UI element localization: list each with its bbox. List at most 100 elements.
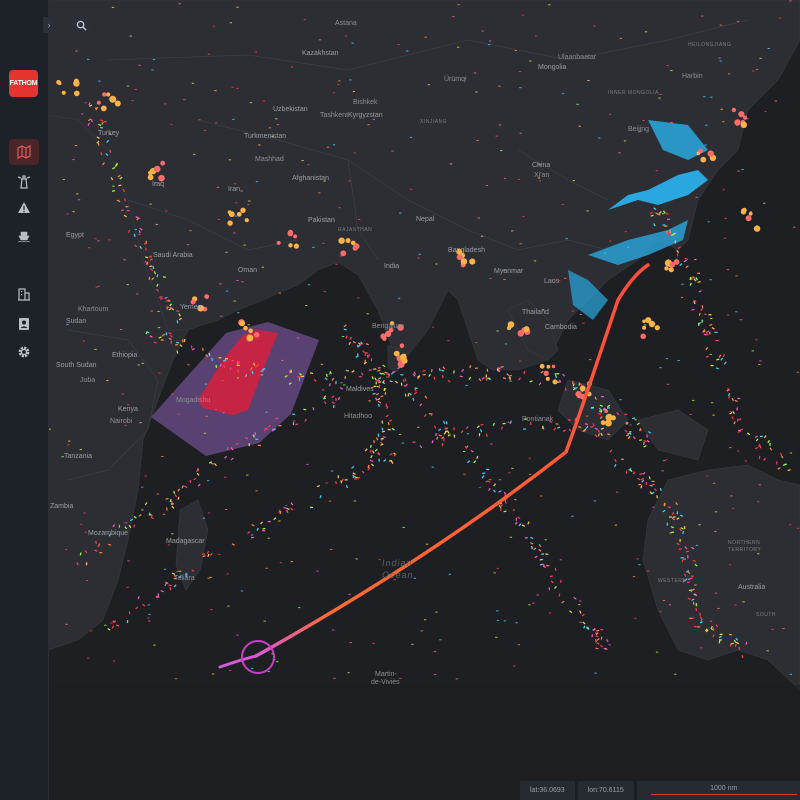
- vessel-marker: [519, 360, 522, 362]
- vessel-marker: [445, 421, 448, 425]
- vessel-marker: [774, 100, 778, 102]
- vessel-marker: [281, 359, 284, 361]
- vessel-marker: [240, 590, 244, 592]
- vessel-marker: [651, 480, 655, 482]
- vessel-marker: [528, 457, 531, 459]
- vessel-marker: [225, 290, 229, 292]
- map-label-bengaluru: Bengaluru: [372, 323, 404, 330]
- vessel-marker: [561, 203, 565, 205]
- vessel-marker: [198, 119, 201, 121]
- lighthouse-icon[interactable]: [9, 169, 39, 195]
- map-label-juba: Juba: [80, 377, 96, 384]
- vessel-marker: [72, 211, 75, 213]
- vessel-marker: [400, 374, 404, 376]
- vessel-marker: [698, 524, 701, 526]
- map-label-south-sudan: South Sudan: [56, 362, 97, 369]
- status-bar: lat:36.0693 lon:70.6115 1000 nm: [520, 781, 800, 800]
- vessel-marker: [94, 348, 97, 350]
- building-icon[interactable]: [9, 281, 39, 307]
- vessel-marker: [378, 559, 381, 561]
- map-label-turkmenistan: Turkmenistan: [244, 133, 287, 140]
- port-cluster-marker: [338, 237, 345, 244]
- vessel-marker: [174, 678, 178, 680]
- map-label-hitadhoo: Hitadhoo: [344, 413, 373, 420]
- vessel-marker: [104, 624, 107, 626]
- vessel-marker: [515, 517, 517, 521]
- vessel-marker: [433, 651, 437, 653]
- vessel-marker: [160, 339, 164, 341]
- vessel-marker: [528, 473, 532, 475]
- vessel-marker: [759, 57, 762, 59]
- vessel-marker: [723, 237, 727, 239]
- vessel-marker: [263, 620, 266, 622]
- vessel-marker: [316, 570, 319, 572]
- map-label-kenya: Kenya: [118, 406, 138, 413]
- map-label-kazakhstan: Kazakhstan: [302, 50, 339, 57]
- map-label-mashhad: Mashhad: [255, 156, 284, 163]
- map-label-mongolia: Mongolia: [538, 64, 567, 71]
- map-search-button[interactable]: [70, 14, 92, 36]
- map-label-tashkent: Tashkent: [320, 112, 349, 119]
- port-cluster-marker: [640, 333, 646, 340]
- vessel-marker: [513, 665, 516, 667]
- vessel-marker: [212, 25, 216, 27]
- map-label-bishkek: Bishkek: [353, 99, 378, 106]
- vessel-marker: [412, 441, 416, 443]
- gear-icon[interactable]: [9, 339, 39, 365]
- map-label-sudan: Sudan: [66, 318, 87, 325]
- vessel-marker: [521, 14, 525, 16]
- vessel-marker: [572, 180, 575, 182]
- vessel-marker: [489, 40, 492, 42]
- vessel-marker: [709, 279, 712, 281]
- vessel-marker: [402, 526, 405, 528]
- vessel-marker: [496, 619, 500, 621]
- vessel-marker: [722, 121, 725, 123]
- vessel-marker: [81, 113, 84, 115]
- map-canvas[interactable]: Astana Kazakhstan Ulaanbaatar Mongolia H…: [47, 0, 800, 800]
- vessel-marker: [735, 311, 738, 313]
- vessel-marker: [126, 586, 129, 588]
- vessel-marker: [296, 337, 300, 339]
- vessel-marker: [221, 380, 224, 382]
- vessel-marker: [409, 188, 413, 190]
- vessel-marker: [523, 428, 527, 430]
- vessel-marker: [655, 170, 658, 172]
- map-label-cambodia: Cambodia: [545, 324, 577, 331]
- vessel-marker: [509, 380, 512, 382]
- vessel-marker: [136, 293, 139, 295]
- vessel-marker: [409, 136, 413, 138]
- vessel-marker: [309, 506, 313, 509]
- vessel-marker: [267, 671, 271, 672]
- vessel-marker: [95, 286, 98, 288]
- fathom-logo[interactable]: FATHOM: [9, 70, 38, 97]
- vessel-marker: [495, 636, 498, 638]
- map-label-nairobi: Nairobi: [110, 418, 133, 425]
- warning-icon[interactable]: [9, 195, 39, 221]
- map-label-australia: Australia: [738, 584, 766, 591]
- map-label-afghanistan: Afghanistan: [292, 175, 329, 182]
- vessel-marker: [619, 37, 622, 39]
- vessel-marker: [258, 144, 261, 146]
- port-cluster-marker: [604, 409, 608, 413]
- vessel-marker: [222, 412, 225, 414]
- vessel-marker: [710, 318, 713, 319]
- vessel-marker: [250, 534, 254, 536]
- vessel-marker: [644, 324, 647, 326]
- vessel-marker: [717, 607, 720, 609]
- vessel-marker: [515, 622, 518, 624]
- vessel-marker: [712, 414, 715, 416]
- vessel-marker: [456, 46, 460, 48]
- vessel-marker: [514, 50, 517, 51]
- vessel-marker: [351, 42, 354, 44]
- vessel-marker: [275, 118, 278, 120]
- ship-icon[interactable]: [9, 223, 39, 249]
- vessel-marker: [564, 277, 567, 279]
- vessel-marker: [191, 82, 195, 84]
- user-card-icon[interactable]: [9, 311, 39, 337]
- app-root: FATHOM › Astana Kazakhstan Ulaanbaatar M…: [0, 0, 800, 800]
- vessel-marker: [714, 592, 718, 594]
- vessel-marker: [147, 604, 151, 606]
- map-icon[interactable]: [9, 139, 39, 165]
- vessel-marker: [155, 223, 158, 225]
- vessel-marker: [727, 314, 730, 316]
